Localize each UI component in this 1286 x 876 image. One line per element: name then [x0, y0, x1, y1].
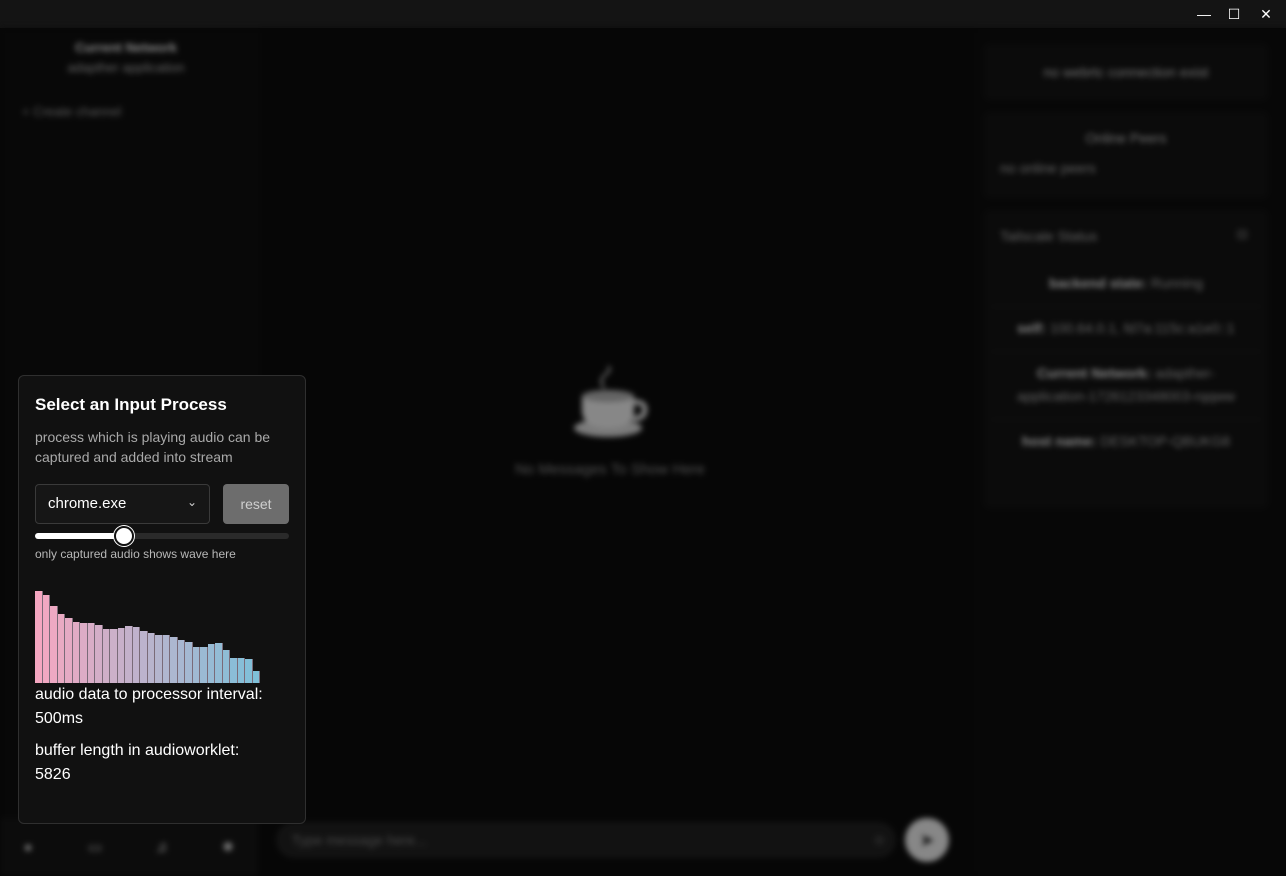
wave-bar — [57, 614, 65, 683]
slider-fill — [35, 533, 124, 539]
wave-bar — [102, 629, 110, 683]
wave-bar — [155, 635, 163, 683]
popup-title: Select an Input Process — [35, 395, 227, 414]
wave-bar — [87, 623, 95, 683]
wave-bar — [117, 628, 125, 683]
wave-bar — [245, 659, 253, 683]
wave-bar — [192, 647, 200, 683]
title-bar: — ☐ ✕ — [0, 0, 1286, 28]
wave-bar — [207, 644, 215, 683]
wave-bar — [185, 642, 193, 683]
app-window: — ☐ ✕ Current Network adapther applicati… — [0, 0, 1286, 876]
wave-bar — [200, 647, 208, 683]
process-select[interactable]: chrome.exe ⌄ — [35, 484, 210, 524]
interval-label: audio data to processor interval: — [35, 686, 263, 703]
wave-bar — [177, 640, 185, 683]
wave-bar — [42, 595, 50, 683]
wave-bar — [50, 606, 58, 683]
chevron-down-icon: ⌄ — [186, 495, 197, 509]
wave-bar — [125, 626, 133, 683]
wave-bar — [252, 671, 260, 683]
wave-bar — [162, 635, 170, 683]
slider-thumb[interactable] — [113, 526, 134, 546]
wave-bar — [95, 625, 103, 683]
maximize-icon[interactable]: ☐ — [1218, 0, 1250, 28]
popup-description: process which is playing audio can be ca… — [35, 429, 271, 465]
minimize-icon[interactable]: — — [1188, 0, 1220, 28]
wave-bar — [147, 633, 155, 683]
input-process-popup: Select an Input Process process which is… — [18, 375, 306, 824]
interval-value: 500ms — [35, 710, 84, 727]
volume-slider[interactable] — [35, 526, 289, 546]
reset-button[interactable]: reset — [223, 484, 289, 524]
wave-bar — [140, 631, 148, 683]
process-select-row: chrome.exe ⌄ reset — [35, 484, 289, 524]
wave-bar — [35, 591, 43, 683]
buffer-label: buffer length in audioworklet: — [35, 742, 240, 759]
wave-hint: only captured audio shows wave here — [35, 547, 236, 561]
wave-bar — [72, 622, 80, 683]
wave-bar — [237, 658, 245, 683]
wave-bar — [110, 629, 118, 683]
wave-bar — [65, 618, 73, 683]
wave-bar — [215, 643, 223, 683]
close-icon[interactable]: ✕ — [1250, 0, 1282, 28]
wave-bar — [80, 623, 88, 683]
wave-bar — [230, 658, 238, 683]
buffer-value: 5826 — [35, 766, 71, 783]
process-select-value: chrome.exe — [48, 495, 127, 512]
wave-bar — [170, 637, 178, 683]
wave-bar — [132, 627, 140, 683]
wave-bar — [222, 650, 230, 683]
audio-wave-visualizer — [35, 587, 289, 683]
